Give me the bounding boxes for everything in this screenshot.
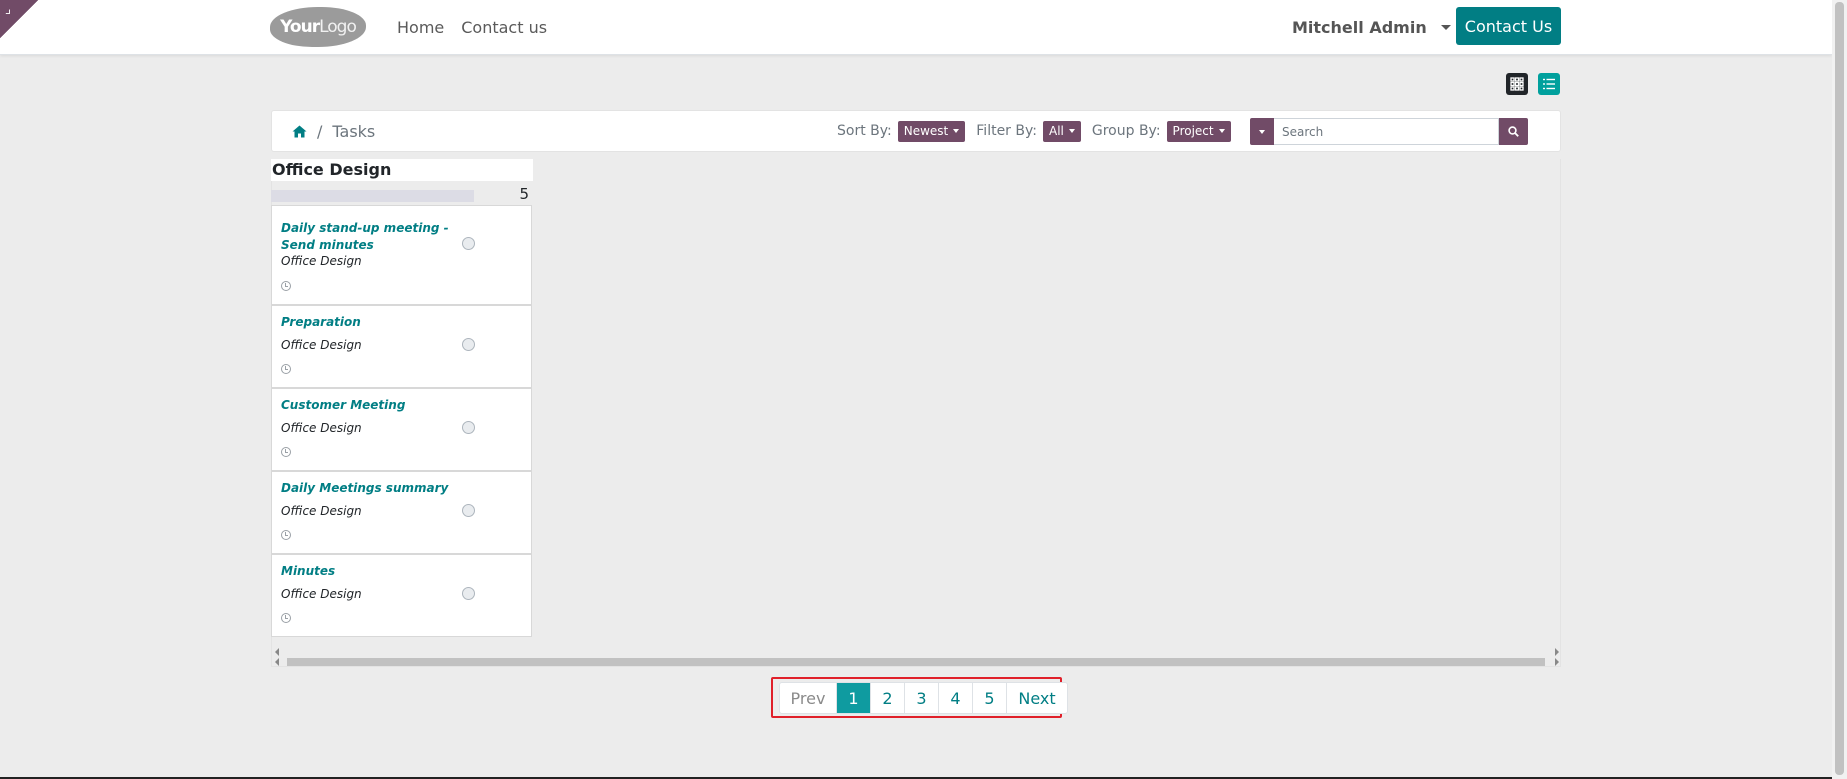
kanban-view-button[interactable]: [1506, 73, 1528, 95]
clock-icon[interactable]: [281, 613, 291, 623]
search-group: [1250, 118, 1528, 145]
portal-control-bar: / Tasks Sort By: Newest Filter By: All G…: [271, 110, 1561, 152]
column-title: Office Design: [271, 159, 533, 181]
pagination: Prev 1 2 3 4 5 Next: [779, 682, 1068, 714]
corner-icon: ⌟: [5, 2, 12, 17]
filter-controls: Sort By: Newest Filter By: All Group By:…: [837, 111, 1242, 151]
breadcrumb: / Tasks: [292, 111, 375, 151]
home-icon[interactable]: [292, 125, 307, 138]
logo-text-bold: Your: [280, 17, 320, 37]
group-value: Project: [1172, 124, 1214, 138]
list-view-button[interactable]: [1538, 73, 1560, 95]
nav-contact-link[interactable]: Contact us: [461, 18, 547, 37]
status-dot[interactable]: [462, 504, 475, 517]
logo-text-light: Logo: [319, 17, 357, 37]
caret-down-icon: [1218, 129, 1225, 133]
user-name: Mitchell Admin: [1292, 18, 1427, 37]
list-icon: [1543, 78, 1555, 90]
page-3-button[interactable]: 3: [905, 683, 939, 713]
scroll-left-icon[interactable]: [275, 658, 279, 666]
clock-icon[interactable]: [281, 281, 291, 291]
page-2-button[interactable]: 2: [871, 683, 905, 713]
filter-value: All: [1048, 124, 1064, 138]
task-title-link[interactable]: Daily stand-up meeting - Send minutes: [281, 220, 456, 254]
caret-down-icon: [1259, 129, 1265, 134]
filter-label: Filter By:: [976, 123, 1037, 139]
page-4-button[interactable]: 4: [939, 683, 973, 713]
search-icon: [1508, 126, 1519, 137]
scroll-right-icon[interactable]: [1555, 648, 1559, 656]
caret-down-icon: [953, 129, 960, 133]
chevron-down-icon: [1440, 25, 1451, 30]
task-project: Office Design: [281, 254, 362, 268]
task-project: Office Design: [281, 421, 362, 435]
task-card[interactable]: Daily Meetings summary Office Design: [271, 471, 532, 554]
group-dropdown[interactable]: Project: [1166, 120, 1231, 142]
filter-dropdown[interactable]: All: [1042, 120, 1081, 142]
progress-bar[interactable]: [271, 190, 474, 202]
task-title-link[interactable]: Daily Meetings summary: [281, 480, 456, 497]
task-card[interactable]: Preparation Office Design: [271, 305, 532, 388]
sort-value: Newest: [903, 124, 949, 138]
grid-icon: [1510, 77, 1524, 91]
sort-label: Sort By:: [837, 123, 892, 139]
clock-icon[interactable]: [281, 447, 291, 457]
scrollbar-thumb[interactable]: [1835, 2, 1844, 775]
vertical-scrollbar[interactable]: [1832, 0, 1847, 779]
search-options-dropdown[interactable]: [1250, 118, 1274, 145]
task-title-link[interactable]: Minutes: [281, 563, 456, 580]
status-dot[interactable]: [462, 421, 475, 434]
prev-page-button[interactable]: Prev: [780, 683, 837, 713]
scroll-right-icon[interactable]: [1555, 658, 1559, 666]
status-dot[interactable]: [462, 338, 475, 351]
top-navbar: Your Logo Home Contact us Mitchell Admin …: [0, 0, 1832, 55]
page: Your Logo Home Contact us Mitchell Admin …: [0, 0, 1847, 779]
status-dot[interactable]: [462, 587, 475, 600]
caret-down-icon: [1068, 129, 1075, 133]
horizontal-scrollbar[interactable]: [273, 648, 1561, 666]
task-project: Office Design: [281, 587, 362, 601]
task-title-link[interactable]: Preparation: [281, 314, 456, 331]
page-5-button[interactable]: 5: [973, 683, 1007, 713]
task-title-link[interactable]: Customer Meeting: [281, 397, 456, 414]
task-project: Office Design: [281, 338, 362, 352]
task-project: Office Design: [281, 504, 362, 518]
clock-icon[interactable]: [281, 530, 291, 540]
scrollbar-thumb[interactable]: [287, 658, 1545, 666]
edit-corner-ribbon[interactable]: ⌟: [0, 0, 38, 38]
search-input[interactable]: [1274, 118, 1499, 145]
sort-dropdown[interactable]: Newest: [897, 120, 966, 142]
search-button[interactable]: [1499, 118, 1528, 145]
task-card[interactable]: Minutes Office Design: [271, 554, 532, 637]
breadcrumb-current: Tasks: [332, 121, 376, 141]
breadcrumb-separator: /: [317, 121, 323, 141]
clock-icon[interactable]: [281, 364, 291, 374]
pagination-highlight: Prev 1 2 3 4 5 Next: [771, 677, 1068, 718]
nav-home-link[interactable]: Home: [397, 18, 444, 37]
column-record-count: 5: [519, 185, 529, 203]
page-1-button[interactable]: 1: [837, 683, 871, 713]
next-page-button[interactable]: Next: [1007, 683, 1067, 713]
scroll-left-icon[interactable]: [275, 648, 279, 656]
task-card[interactable]: Daily stand-up meeting - Send minutes Of…: [271, 205, 532, 305]
main-menu: Home Contact us: [397, 0, 547, 55]
status-dot[interactable]: [462, 237, 475, 250]
column-progressbar: 5: [271, 183, 533, 205]
company-logo[interactable]: Your Logo: [270, 7, 366, 47]
group-label: Group By:: [1091, 123, 1161, 139]
user-menu[interactable]: Mitchell Admin: [1292, 0, 1451, 55]
contact-us-button[interactable]: Contact Us: [1456, 7, 1561, 45]
task-card[interactable]: Customer Meeting Office Design: [271, 388, 532, 471]
kanban-column-office-design: Office Design 5 Daily stand-up meeting -…: [271, 159, 533, 637]
